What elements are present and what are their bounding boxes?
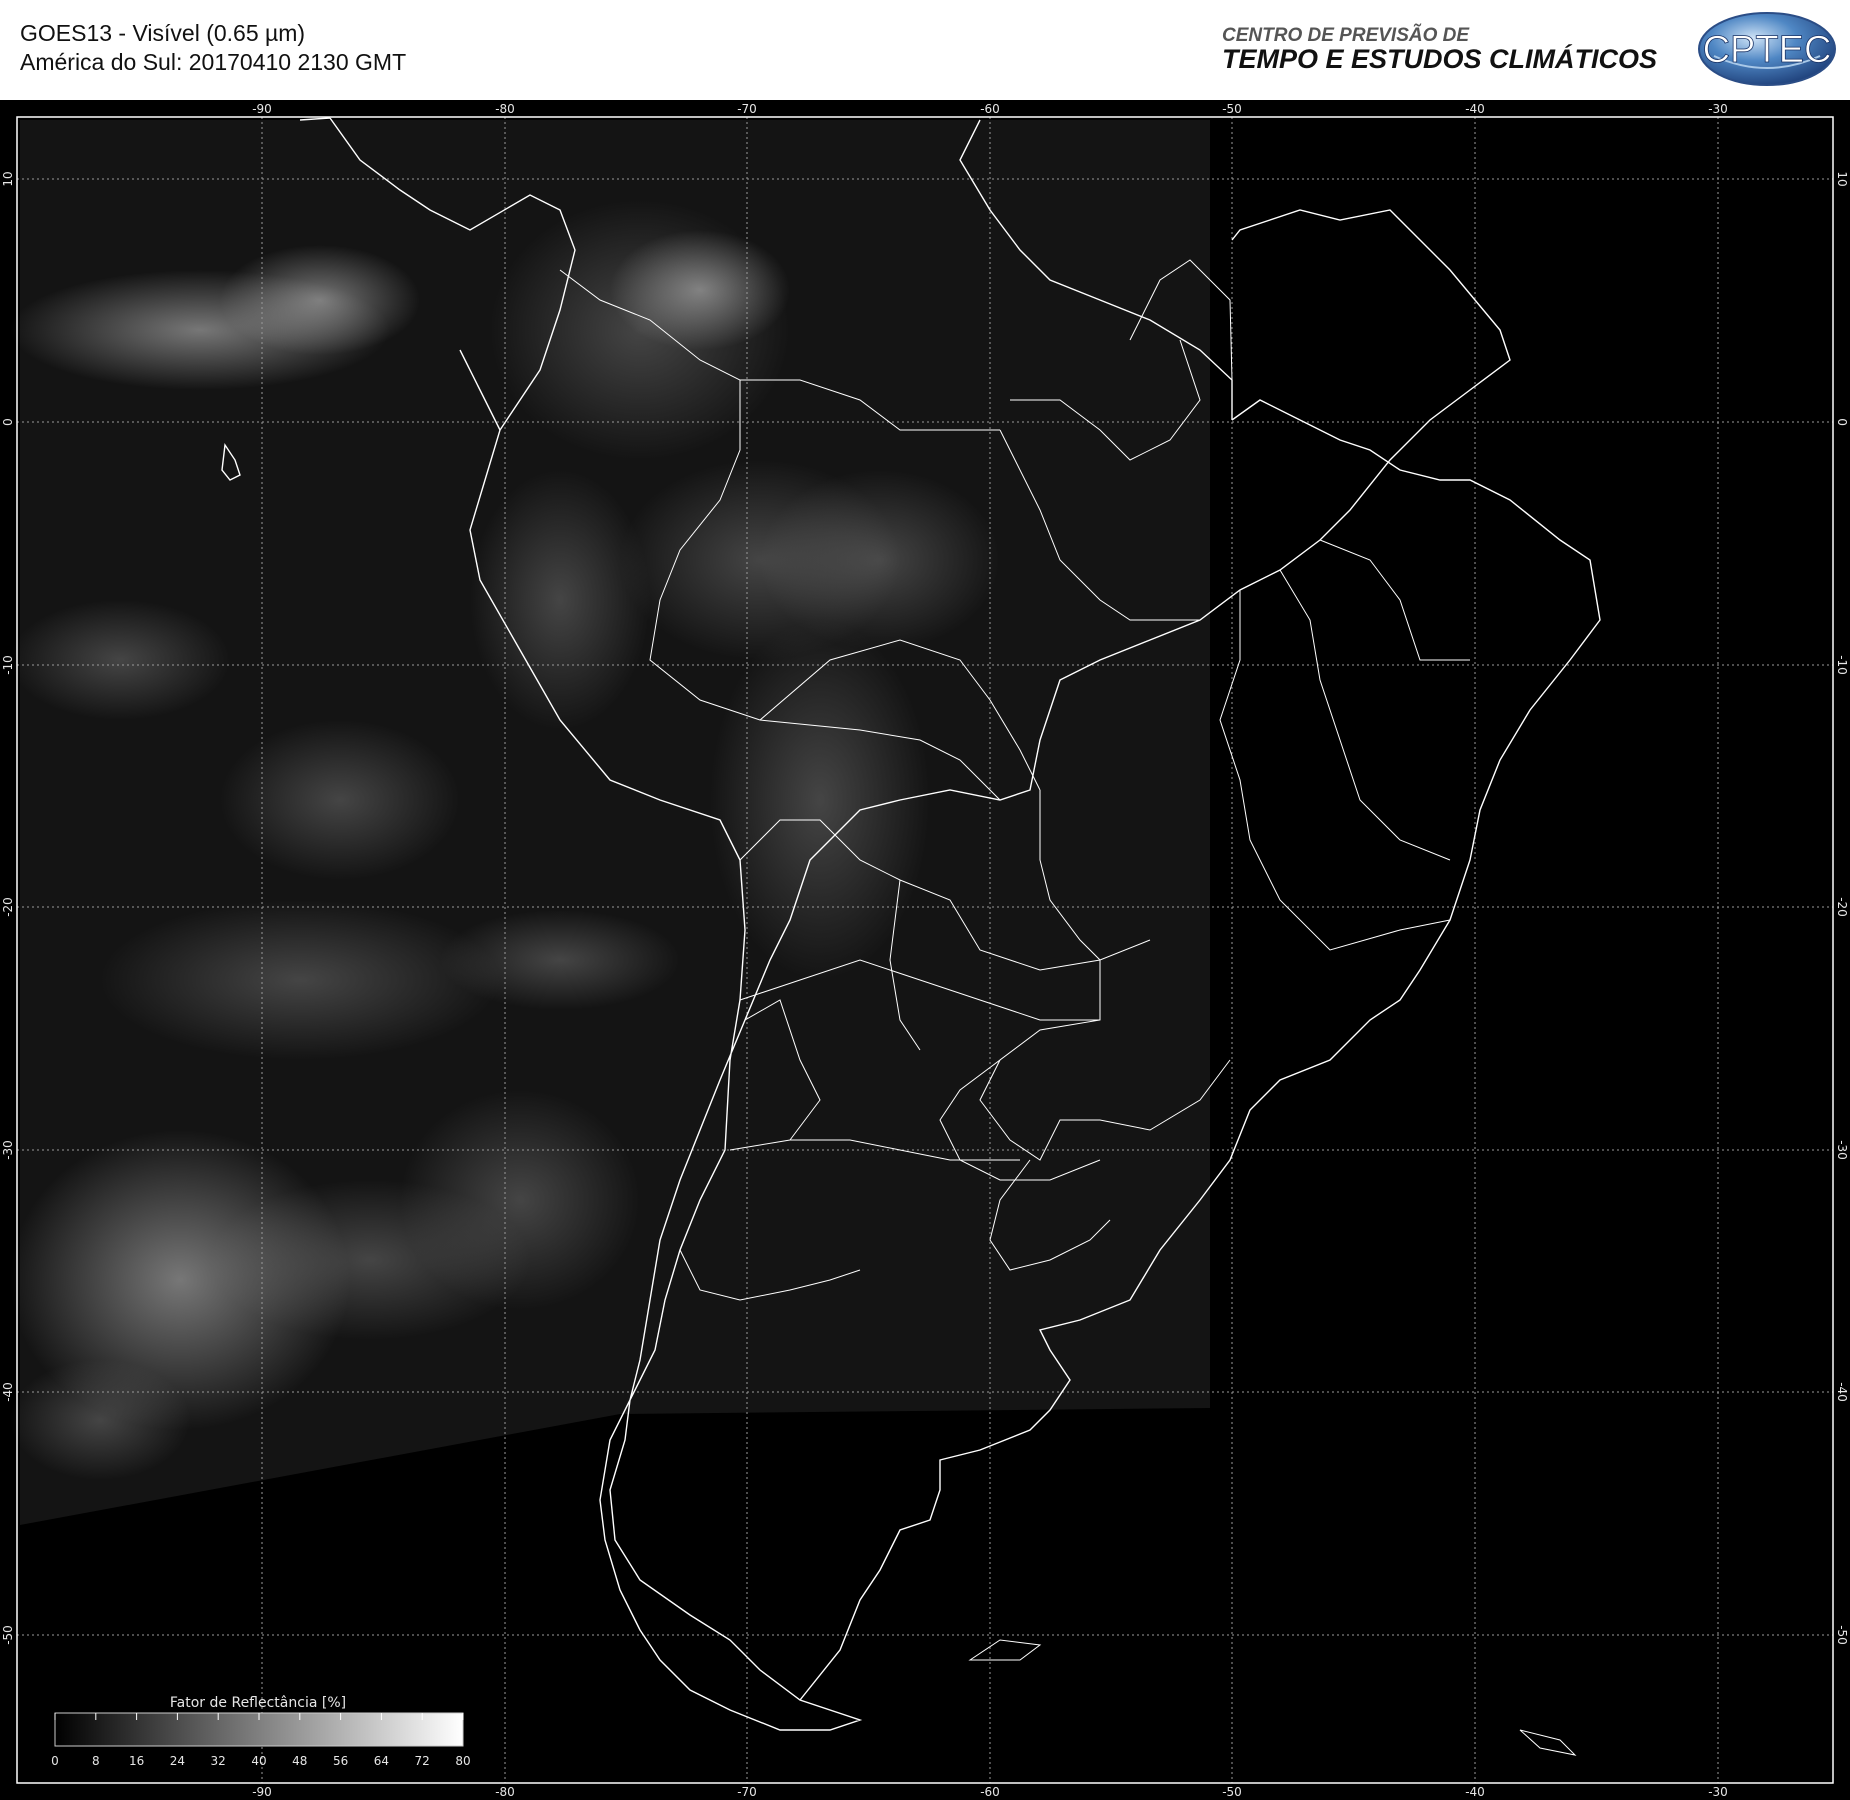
org-name-line2: TEMPO E ESTUDOS CLIMÁTICOS: [1222, 44, 1658, 74]
logo-text: CPTEC: [1703, 29, 1832, 71]
lon-label-top: -30: [1708, 102, 1728, 116]
lon-label-top: -90: [252, 102, 272, 116]
colorbar-label: 24: [170, 1754, 185, 1768]
lon-label-bottom: -30: [1708, 1785, 1728, 1799]
lon-label-top: -70: [737, 102, 757, 116]
lat-label-right: -50: [1835, 1625, 1849, 1645]
lat-label-left: 10: [1, 171, 15, 186]
colorbar-label: 0: [51, 1754, 59, 1768]
colorbar-label: 64: [374, 1754, 389, 1768]
lon-label-top: -40: [1465, 102, 1485, 116]
lat-label-left: -10: [1, 655, 15, 675]
lon-label-top: -60: [980, 102, 1000, 116]
colorbar: Fator de Reflectância [%] 0 8 16 24 32 4…: [51, 1695, 470, 1768]
lat-label-right: 0: [1835, 418, 1849, 426]
colorbar-label: 72: [415, 1754, 430, 1768]
lon-label-top: -50: [1222, 102, 1242, 116]
lat-label-left: 0: [1, 418, 15, 426]
colorbar-label: 48: [292, 1754, 307, 1768]
lat-label-right: -20: [1835, 897, 1849, 917]
colorbar-label: 16: [129, 1754, 144, 1768]
colorbar-label: 40: [251, 1754, 266, 1768]
colorbar-label: 8: [92, 1754, 100, 1768]
lon-label-bottom: -70: [737, 1785, 757, 1799]
image-subtitle: América do Sul: 20170410 2130 GMT: [20, 49, 407, 75]
lat-label-right: -40: [1835, 1382, 1849, 1402]
lon-label-bottom: -60: [980, 1785, 1000, 1799]
satellite-map: -90 -80 -70 -60 -50 -40 -30 -90 -80 -70 …: [0, 100, 1850, 1800]
lat-label-left: -40: [1, 1382, 15, 1402]
colorbar-label: 80: [455, 1754, 470, 1768]
lon-label-bottom: -80: [495, 1785, 515, 1799]
lat-label-left: -50: [1, 1625, 15, 1645]
lat-label-right: 10: [1835, 171, 1849, 186]
header: GOES13 - Visível (0.65 µm) América do Su…: [0, 0, 1850, 100]
cptec-logo: CPTEC: [1698, 12, 1836, 86]
lon-label-bottom: -50: [1222, 1785, 1242, 1799]
lat-label-left: -30: [1, 1140, 15, 1160]
colorbar-title: Fator de Reflectância [%]: [170, 1695, 346, 1711]
lon-label-bottom: -90: [252, 1785, 272, 1799]
colorbar-label: 32: [211, 1754, 226, 1768]
lat-label-right: -10: [1835, 655, 1849, 675]
lat-label-right: -30: [1835, 1140, 1849, 1160]
image-title: GOES13 - Visível (0.65 µm): [20, 20, 306, 46]
lon-label-bottom: -40: [1465, 1785, 1485, 1799]
lat-label-left: -20: [1, 897, 15, 917]
colorbar-label: 56: [333, 1754, 348, 1768]
lon-label-top: -80: [495, 102, 515, 116]
